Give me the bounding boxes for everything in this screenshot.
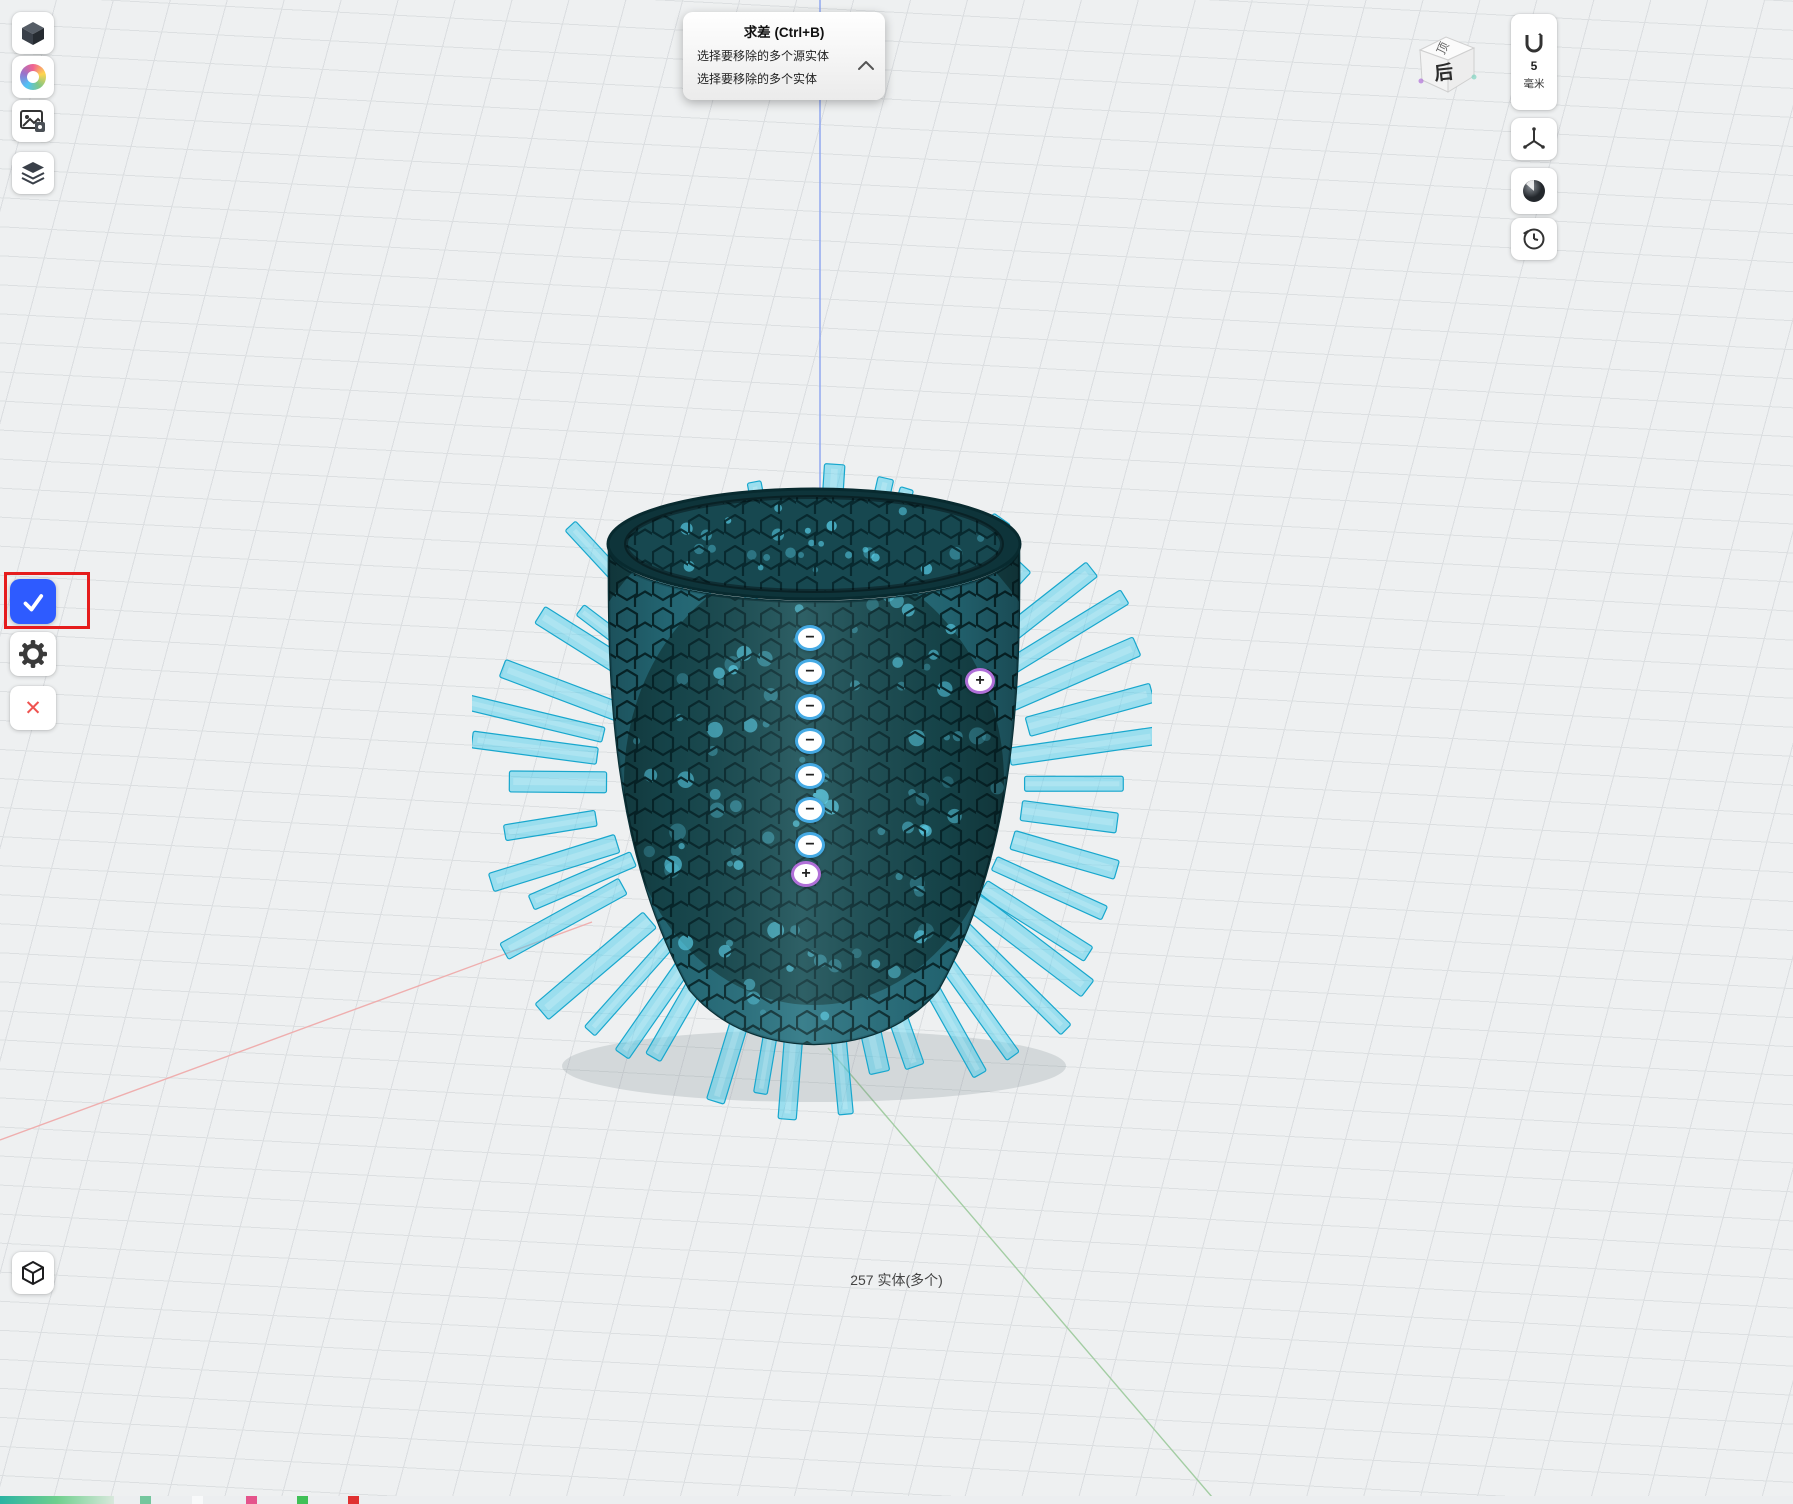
deselect-entity-button[interactable]: − <box>795 625 825 651</box>
shading-mode-button[interactable] <box>1511 168 1557 214</box>
chevron-up-icon <box>858 61 874 70</box>
taskbar-peek <box>0 1496 1793 1504</box>
add-entity-button[interactable]: + <box>791 861 821 887</box>
tool-prompt-panel: 求差 (Ctrl+B) 选择要移除的多个源实体 选择要移除的多个实体 <box>683 12 885 100</box>
collapse-prompt-button[interactable] <box>855 56 877 74</box>
history-button[interactable] <box>1511 218 1557 260</box>
tool-settings-button[interactable] <box>10 632 56 676</box>
deselect-entity-button[interactable]: − <box>795 659 825 685</box>
grid-size-unit: 毫米 <box>1523 78 1545 91</box>
orientation-axes-button[interactable] <box>1511 118 1557 160</box>
deselect-entity-button[interactable]: − <box>795 832 825 858</box>
check-icon <box>23 593 44 611</box>
add-entity-button[interactable]: + <box>965 668 995 694</box>
view-cube-back-label: 后 <box>1433 61 1454 85</box>
cube-icon <box>22 22 44 45</box>
deselect-entity-button[interactable]: − <box>795 797 825 823</box>
layers-icon <box>21 162 45 185</box>
image-icon <box>20 110 45 132</box>
axes-icon <box>1523 127 1545 149</box>
tool-title: 求差 (Ctrl+B) <box>743 25 825 40</box>
minus-icon: − <box>805 732 815 749</box>
minus-icon: − <box>805 629 815 646</box>
history-clock-icon <box>1523 228 1545 250</box>
minus-icon: − <box>805 663 815 680</box>
model-lattice-cylinder[interactable] <box>472 452 1152 1132</box>
plus-icon: + <box>975 672 985 689</box>
minus-icon: − <box>805 767 815 784</box>
color-sphere-icon <box>20 64 46 90</box>
app-window: { "tooltip": { "title": "求差 (Ctrl+B)", "… <box>0 0 1793 1504</box>
minus-icon: − <box>805 836 815 853</box>
cancel-button[interactable]: ✕ <box>10 686 56 730</box>
confirm-button[interactable] <box>10 579 56 624</box>
selection-status-text: 257 实体(多个) <box>850 1272 943 1288</box>
grid-size-value: 5 <box>1530 58 1538 73</box>
minus-icon: − <box>805 801 815 818</box>
close-icon: ✕ <box>24 696 42 720</box>
layers-button[interactable] <box>12 152 54 194</box>
bodies-visibility-button[interactable] <box>12 12 54 54</box>
deselect-entity-button[interactable]: − <box>795 763 825 789</box>
image-capture-button[interactable] <box>12 100 54 142</box>
plus-icon: + <box>801 865 811 882</box>
gear-icon <box>19 640 47 668</box>
shaded-sphere-icon <box>1523 180 1545 202</box>
deselect-entity-button[interactable]: − <box>795 694 825 720</box>
taskbar-app-strip <box>0 1496 114 1504</box>
minus-icon: − <box>805 698 815 715</box>
appearance-button[interactable] <box>12 56 54 98</box>
deselect-entity-button[interactable]: − <box>795 728 825 754</box>
snap-icon <box>1525 32 1543 53</box>
grid-snap-control[interactable]: 5 毫米 <box>1511 14 1557 110</box>
view-cube[interactable]: 后 顶 <box>1408 24 1484 100</box>
